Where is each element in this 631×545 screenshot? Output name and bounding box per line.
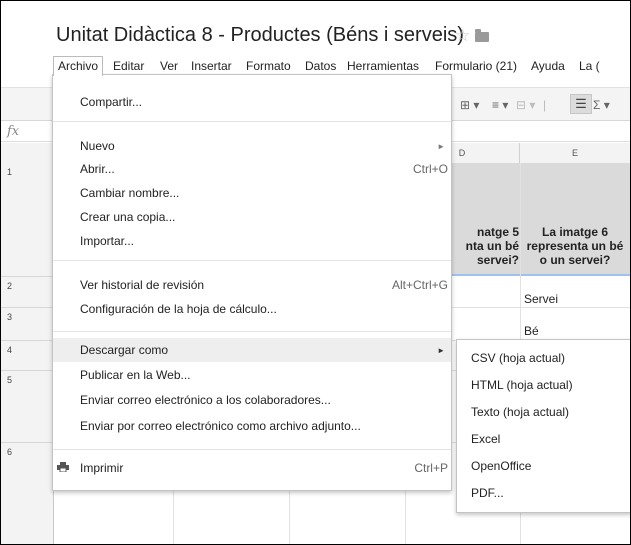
row-header-5[interactable]: 5 — [1, 371, 54, 443]
sigma-icon[interactable]: Σ ▾ — [593, 98, 610, 112]
cell-e1-line-3: o un servei? — [539, 253, 611, 267]
menu-item-configuracion[interactable]: Configuración de la hoja de cálculo... — [80, 302, 277, 316]
menu-ayuda[interactable]: Ayuda — [527, 57, 569, 75]
menu-item-enviar-adjunto[interactable]: Enviar por correo electrónico como archi… — [80, 419, 361, 433]
menu-archivo[interactable]: Archivo — [53, 56, 104, 76]
menu-item-cambiar-nombre[interactable]: Cambiar nombre... — [80, 186, 179, 200]
menu-formulario[interactable]: Formulario (21) — [431, 57, 521, 75]
menu-item-importar[interactable]: Importar... — [80, 234, 134, 248]
download-submenu: CSV (hoja actual) HTML (hoja actual) Tex… — [456, 339, 630, 513]
menu-herramientas[interactable]: Herramientas — [343, 57, 423, 75]
menu-separator — [53, 331, 451, 332]
align-icon[interactable]: ≡ ▾ — [492, 98, 508, 112]
menu-separator — [53, 121, 451, 122]
submenu-arrow-icon: ► — [437, 142, 445, 151]
submenu-item-openoffice[interactable]: OpenOffice — [471, 459, 531, 473]
menu-editar[interactable]: Editar — [109, 57, 148, 75]
menu-item-crear-copia[interactable]: Crear una copia... — [80, 210, 175, 224]
shortcut-abrir: Ctrl+O — [412, 162, 448, 176]
cell-e1-line-2: representa un bé — [526, 239, 624, 253]
archivo-menu: Compartir... Nuevo ► Abrir... Ctrl+O Cam… — [52, 74, 452, 491]
spreadsheet-window: Unitat Didàctica 8 - Productes (Béns i s… — [0, 0, 631, 545]
cell-e3[interactable]: Bé — [524, 324, 539, 338]
formula-icon: fx — [7, 124, 20, 139]
column-header-e[interactable]: E — [520, 143, 630, 164]
document-title[interactable]: Unitat Didàctica 8 - Productes (Béns i s… — [56, 24, 464, 47]
corner-header[interactable] — [1, 143, 54, 164]
cell-e1[interactable]: La imatge 6 representa un bé o un servei… — [520, 225, 630, 267]
menu-separator — [53, 449, 451, 450]
shortcut-historial: Alt+Ctrl+G — [391, 278, 448, 292]
menu-insertar[interactable]: Insertar — [187, 57, 236, 75]
borders-icon[interactable]: ⊞ ▾ — [460, 98, 479, 112]
menu-item-descargar-como[interactable]: Descargar como — [80, 343, 168, 357]
row-header-2[interactable]: 2 — [1, 277, 54, 308]
print-icon — [57, 462, 69, 472]
menu-separator — [53, 260, 451, 261]
row-header-3[interactable]: 3 — [1, 308, 54, 341]
menu-overflow[interactable]: La ( — [575, 57, 604, 75]
submenu-item-texto[interactable]: Texto (hoja actual) — [471, 405, 569, 419]
separator: | — [543, 98, 547, 112]
folder-icon[interactable] — [475, 29, 489, 42]
menu-item-enviar-colaboradores[interactable]: Enviar correo electrónico a los colabora… — [80, 393, 331, 407]
submenu-item-html[interactable]: HTML (hoja actual) — [471, 378, 573, 392]
row-header-6[interactable]: 6 — [1, 443, 54, 544]
menu-ver[interactable]: Ver — [156, 57, 182, 75]
menu-formato[interactable]: Formato — [242, 57, 295, 75]
shortcut-imprimir: Ctrl+P — [414, 461, 448, 475]
submenu-item-csv[interactable]: CSV (hoja actual) — [471, 351, 565, 365]
row-header-1[interactable]: 1 — [1, 163, 54, 277]
cell-e2[interactable]: Servei — [524, 292, 558, 306]
merge-icon[interactable]: ⊟ ▾ — [516, 98, 535, 112]
cell-e1-line-1: La imatge 6 — [541, 225, 609, 239]
menu-item-abrir[interactable]: Abrir... — [80, 162, 115, 176]
menu-item-imprimir[interactable]: Imprimir — [80, 461, 123, 475]
menu-datos[interactable]: Datos — [301, 57, 340, 75]
star-icon[interactable]: ☆ — [455, 26, 470, 46]
menu-item-nuevo[interactable]: Nuevo — [80, 139, 115, 153]
menu-item-historial[interactable]: Ver historial de revisión — [80, 278, 204, 292]
submenu-item-excel[interactable]: Excel — [471, 432, 500, 446]
submenu-arrow-icon: ► — [437, 346, 445, 355]
wrap-text-icon[interactable]: ☰ — [570, 94, 592, 114]
row-header-4[interactable]: 4 — [1, 341, 54, 371]
menu-item-compartir[interactable]: Compartir... — [80, 95, 142, 109]
menu-item-publicar[interactable]: Publicar en la Web... — [80, 368, 191, 382]
submenu-item-pdf[interactable]: PDF... — [471, 486, 504, 500]
